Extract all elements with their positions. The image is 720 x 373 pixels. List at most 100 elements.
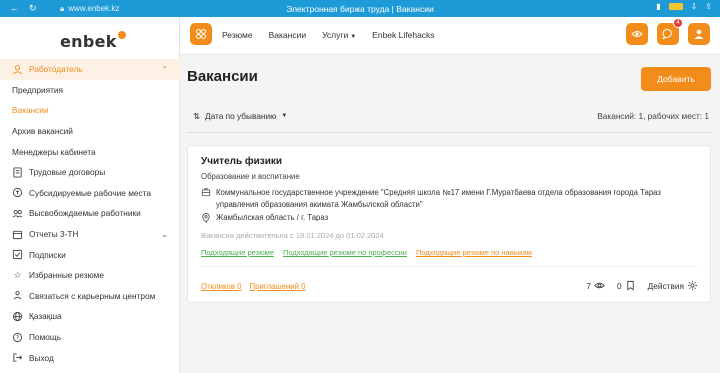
sidebar-item-label: Отчеты 3-ТН xyxy=(29,229,79,240)
top-bar: Резюме Вакансии Услуги ▼ Enbek Lifehacks … xyxy=(180,17,720,55)
nav-resume[interactable]: Резюме xyxy=(222,30,253,40)
battery-icon xyxy=(668,3,683,10)
sort-label: Дата по убыванию xyxy=(204,111,277,121)
sidebar-item-language[interactable]: Қазақша xyxy=(0,306,180,327)
visibility-button[interactable] xyxy=(626,23,648,45)
sidebar-item-employer[interactable]: Работодатель ⌃ xyxy=(0,59,180,80)
vacancy-count: Вакансий: 1, рабочих мест: 1 xyxy=(597,111,709,121)
logout-icon xyxy=(12,352,23,363)
chevron-down-icon: ⌄ xyxy=(161,229,168,239)
sidebar-item-label: Предприятия xyxy=(12,84,64,95)
sidebar-item-label: Архив вакансий xyxy=(12,126,73,137)
chat-icon xyxy=(662,28,672,40)
calendar-icon xyxy=(12,229,23,240)
nav-services-label: Услуги xyxy=(322,30,349,40)
browser-nav: ← ↻ xyxy=(0,3,60,14)
eye-icon xyxy=(594,282,605,289)
svg-text:?: ? xyxy=(16,334,19,341)
help-icon: ? xyxy=(12,332,23,343)
sidebar-item-label: Высвобождаемые работники xyxy=(29,208,141,219)
eye-icon xyxy=(631,31,643,37)
page-title: Вакансии xyxy=(187,68,258,85)
back-icon[interactable]: ← xyxy=(10,3,19,14)
url-text: www.enbek.kz xyxy=(68,4,120,13)
reload-icon[interactable]: ↻ xyxy=(29,3,37,14)
sidebar-item-label: Вакансии xyxy=(12,105,49,116)
saved-stat: 0 xyxy=(617,280,636,291)
browser-chrome: ← ↻ 🔒︎ www.enbek.kz Электронная биржа тр… xyxy=(0,0,720,17)
sidebar-item-subsidized[interactable]: Субсидируемые рабочие места xyxy=(0,183,180,204)
caret-down-icon: ▼ xyxy=(281,113,288,119)
views-stat: 7 xyxy=(586,280,605,291)
nav-vacancies[interactable]: Вакансии xyxy=(269,30,306,40)
card-divider xyxy=(201,266,698,267)
sidebar-item-label: Помощь xyxy=(29,332,62,343)
invitations-link[interactable]: Приглашений 0 xyxy=(250,282,306,291)
sidebar-item-label: Связаться с карьерным центром xyxy=(29,290,156,301)
add-vacancy-button[interactable]: Добавить xyxy=(641,67,711,91)
user-icon xyxy=(12,64,23,75)
location-pin-icon xyxy=(201,213,212,225)
sidebar-item-archive[interactable]: Архив вакансий xyxy=(0,121,180,142)
sidebar-item-contracts[interactable]: Трудовые договоры xyxy=(0,162,180,183)
sidebar-item-vacancies[interactable]: Вакансии xyxy=(0,100,180,121)
views-count: 7 xyxy=(586,280,592,291)
gear-icon xyxy=(687,280,698,291)
sidebar-item-label: Выход xyxy=(29,352,54,363)
saved-count: 0 xyxy=(617,280,622,291)
apps-grid-button[interactable] xyxy=(190,23,212,45)
responses-link[interactable]: Откликов 0 xyxy=(201,282,242,291)
chevron-up-icon: ⌃ xyxy=(161,64,168,74)
divider xyxy=(187,132,711,133)
download-icon[interactable]: ⇩ xyxy=(691,2,698,11)
browser-actions: ▮ ⇩ ⇪ xyxy=(656,2,712,11)
sidebar-item-help[interactable]: ? Помощь xyxy=(0,327,180,348)
nav-services[interactable]: Услуги ▼ xyxy=(322,30,356,40)
sort-dropdown[interactable]: ⇅ Дата по убыванию ▼ xyxy=(193,111,287,121)
checkbox-icon xyxy=(12,249,23,260)
top-nav: Резюме Вакансии Услуги ▼ Enbek Lifehacks xyxy=(222,17,435,53)
sidebar-item-label: Трудовые договоры xyxy=(29,167,106,178)
vacancy-validity: Вакансия действительна с 18.01.2024 до 0… xyxy=(201,231,384,240)
sort-icon: ⇅ xyxy=(193,111,200,121)
sidebar-item-managers[interactable]: Менеджеры кабинета xyxy=(0,141,180,162)
actions-button[interactable]: Действия xyxy=(648,280,698,291)
sidebar-item-logout[interactable]: Выход xyxy=(0,347,180,368)
address-bar[interactable]: 🔒︎ www.enbek.kz xyxy=(60,4,180,14)
caret-down-icon: ▼ xyxy=(350,34,357,40)
extension-icon[interactable]: ⇪ xyxy=(705,2,712,11)
matching-resumes-link[interactable]: Подходящие резюме xyxy=(201,248,274,257)
messages-button[interactable]: 4 xyxy=(657,18,683,45)
card-footer-links: Откликов 0 Приглашений 0 xyxy=(201,282,306,291)
users-icon xyxy=(12,208,23,219)
sidebar-item-reports[interactable]: Отчеты 3-ТН ⌄ xyxy=(0,224,180,245)
sidebar-item-released[interactable]: Высвобождаемые работники xyxy=(0,203,180,224)
vacancy-location: Жамбылская область / г. Тараз xyxy=(201,213,328,225)
sidebar-menu: Работодатель ⌃ Предприятия Вакансии Архи… xyxy=(0,59,180,368)
sidebar-item-label: Субсидируемые рабочие места xyxy=(29,187,152,198)
notification-badge: 4 xyxy=(673,18,683,28)
matching-by-skills-link[interactable]: Подходящие резюме по навыкам xyxy=(416,248,532,257)
globe-icon xyxy=(12,311,23,322)
sidebar-item-label: Қазақша xyxy=(29,311,62,322)
enbek-logo[interactable]: enbek xyxy=(60,31,126,51)
nav-lifehacks[interactable]: Enbek Lifehacks xyxy=(372,30,434,40)
bookmark-icon[interactable]: ▮ xyxy=(656,2,660,11)
sidebar-item-enterprises[interactable]: Предприятия xyxy=(0,80,180,101)
bookmark-icon xyxy=(626,280,634,291)
sidebar-item-favorites[interactable]: ☆ Избранные резюме xyxy=(0,265,180,286)
matching-by-profession-link[interactable]: Подходящие резюме по профессии xyxy=(283,248,407,257)
sidebar-item-career-center[interactable]: Связаться с карьерным центром xyxy=(0,286,180,307)
sidebar-item-label: Подписки xyxy=(29,249,66,260)
sidebar-item-label: Работодатель xyxy=(29,64,83,75)
sidebar-item-subscriptions[interactable]: Подписки xyxy=(0,244,180,265)
star-icon: ☆ xyxy=(13,269,22,280)
vacancy-category: Образование и воспитание xyxy=(201,172,300,181)
vacancy-card: Учитель физики Образование и воспитание … xyxy=(187,145,711,303)
vacancy-title[interactable]: Учитель физики xyxy=(201,156,282,167)
sidebar-item-label: Менеджеры кабинета xyxy=(12,146,96,157)
grid-icon xyxy=(196,29,206,39)
coins-icon xyxy=(12,187,23,198)
document-icon xyxy=(12,167,23,178)
profile-button[interactable] xyxy=(688,23,710,45)
